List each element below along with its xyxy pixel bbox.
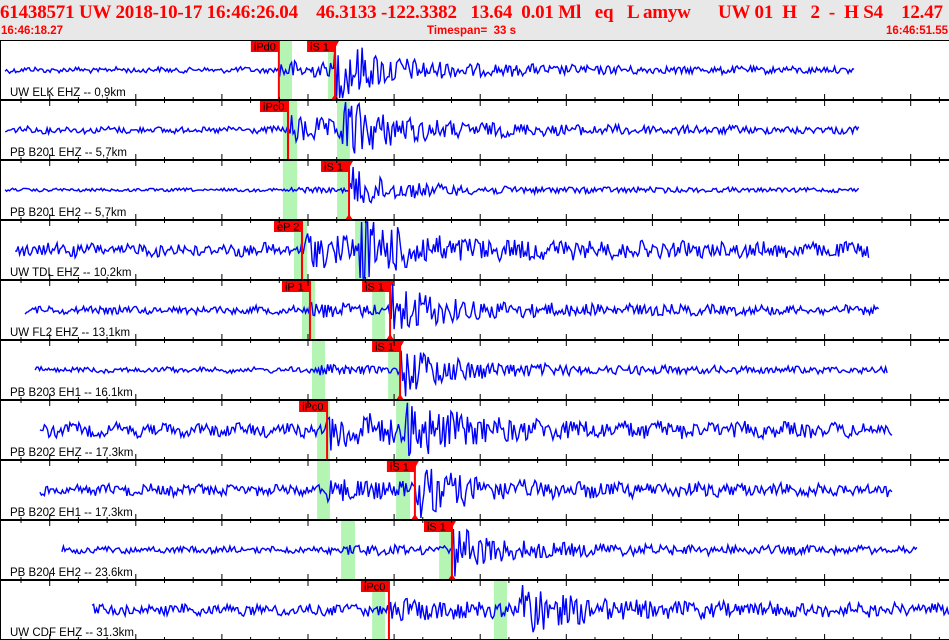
- station-label: PB B204 EH2 -- 23.6km: [10, 567, 133, 579]
- seismogram-panels[interactable]: iPd0 iS 1 UW ELK EHZ -- 0,9km iPc0 PB B201 E…: [0, 40, 949, 640]
- trace-panel[interactable]: iPc0 UW CDF EHZ -- 31.3km: [10, 580, 949, 640]
- pick-label: iPc0: [263, 102, 284, 114]
- station-label: PB B201 EHZ -- 5,7km: [10, 147, 127, 159]
- station-label: UW FL2 EHZ -- 13.1km: [10, 327, 130, 339]
- pick-label: eP 2: [277, 222, 299, 234]
- waveform: [91, 584, 949, 633]
- event-summary: 61438571 UW 2018-10-17 16:46:26.04 46.31…: [0, 2, 949, 23]
- waveform: [61, 528, 918, 577]
- waveform: [4, 101, 860, 154]
- trace-panel[interactable]: iPc0 PB B202 EHZ -- 17.3km: [10, 400, 893, 460]
- waveform: [34, 350, 888, 397]
- pick-label: iS 1: [427, 522, 446, 534]
- event-header: 61438571 UW 2018-10-17 16:46:26.04 46.31…: [0, 0, 949, 40]
- trace-panel[interactable]: iS 1 PB B201 EH2 -- 5,7km: [4, 160, 860, 220]
- pick-label: iS 1: [375, 342, 394, 354]
- waveform: [4, 166, 860, 204]
- station-label: UW TDL EHZ -- 10.2km: [10, 267, 131, 279]
- pick-label: iP 1: [285, 282, 304, 294]
- trace-panel[interactable]: iPd0 iS 1 UW ELK EHZ -- 0,9km: [4, 40, 855, 100]
- waveform: [39, 402, 893, 457]
- station-label: UW ELK EHZ -- 0,9km: [10, 87, 126, 99]
- station-label: PB B202 EH1 -- 17.3km: [10, 507, 133, 519]
- pick-label: iPc0: [302, 402, 323, 414]
- pick-label: iS 1: [365, 282, 384, 294]
- trace-panel[interactable]: iS 1 PB B202 EH1 -- 17.3km: [10, 460, 893, 520]
- start-time: 16:46:18.27: [1, 25, 64, 37]
- waveform: [4, 44, 855, 99]
- trace-panel[interactable]: eP 2 UW TDL EHZ -- 10.2km: [10, 220, 870, 280]
- waveform: [24, 281, 880, 330]
- pick-label: iPd0: [254, 42, 276, 54]
- trace-panel[interactable]: iPc0 PB B201 EHZ -- 5,7km: [4, 100, 860, 160]
- pick-label: iS 1: [324, 162, 343, 174]
- trace-panel[interactable]: iS 1 PB B203 EH1 -- 16.1km: [10, 340, 888, 400]
- pick-label: iS 1: [390, 462, 409, 474]
- waveform: [15, 221, 870, 279]
- end-time: 16:46:51.55: [885, 25, 948, 37]
- pick-label: iS 1: [310, 42, 329, 54]
- trace-panel[interactable]: iP 1 iS 1 UW FL2 EHZ -- 13.1km: [10, 280, 880, 340]
- trace-panel[interactable]: iS 1 PB B204 EH2 -- 23.6km: [10, 520, 918, 580]
- waveform: [39, 468, 893, 519]
- station-label: PB B201 EH2 -- 5,7km: [10, 207, 126, 219]
- station-label: UW CDF EHZ -- 31.3km: [10, 627, 134, 639]
- station-label: PB B203 EH1 -- 16.1km: [10, 387, 133, 399]
- timespan: Timespan= 33 s: [427, 25, 516, 37]
- station-label: PB B202 EHZ -- 17.3km: [10, 447, 133, 459]
- pick-label: iPc0: [364, 582, 385, 594]
